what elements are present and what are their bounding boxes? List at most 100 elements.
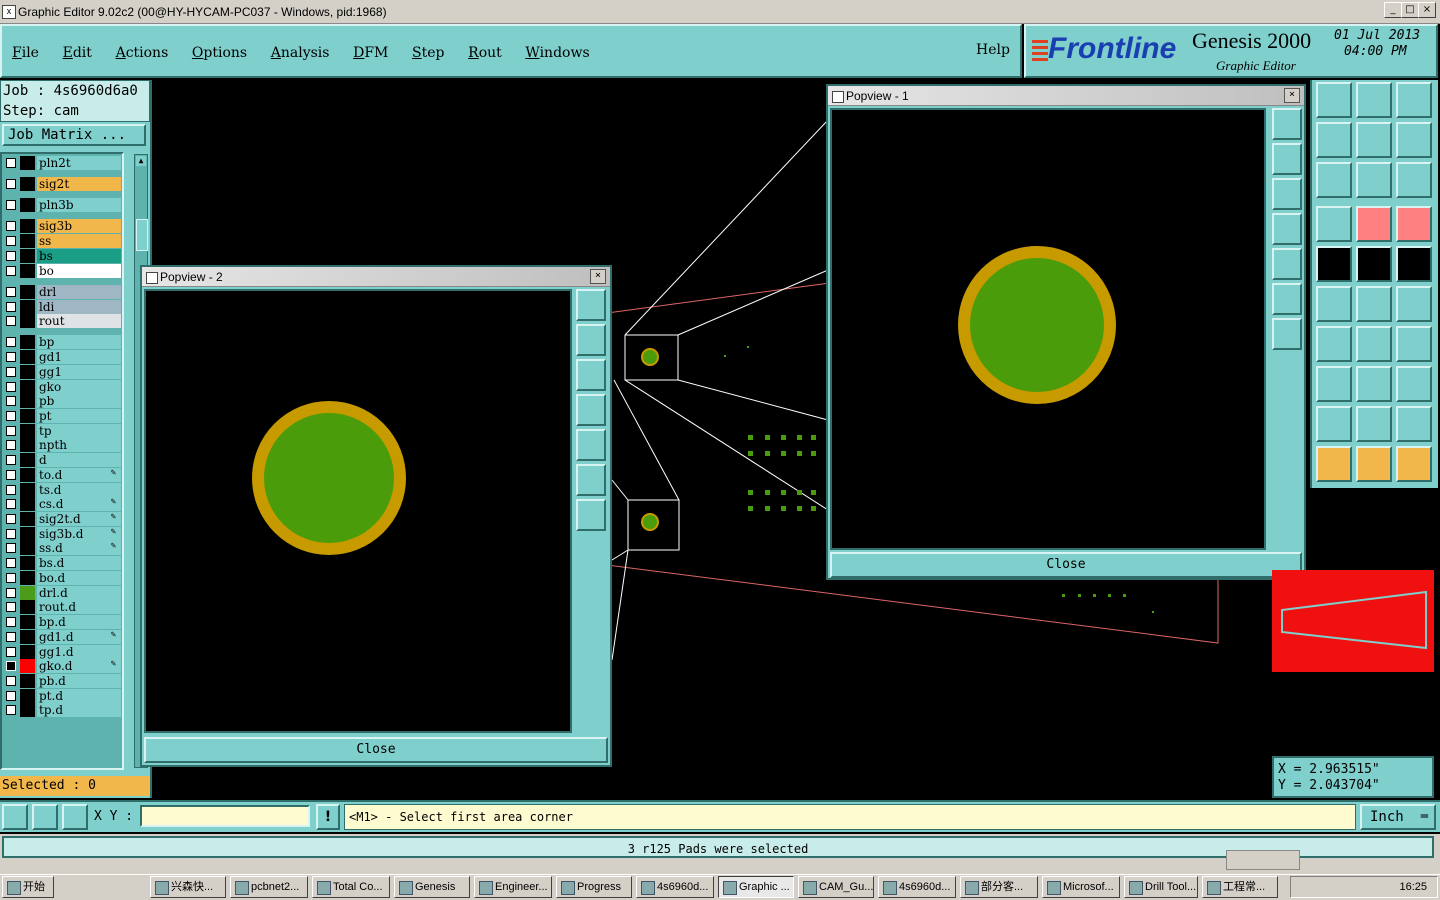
layer-row-pb-d[interactable]: pb.d: [2, 673, 121, 688]
layer-row-cs-d[interactable]: cs.d ✎: [2, 497, 121, 512]
layer-checkbox[interactable]: [6, 690, 16, 701]
layer-name[interactable]: gko: [37, 379, 121, 394]
menu-options[interactable]: Options: [192, 45, 247, 61]
layer-checkbox[interactable]: [6, 617, 16, 628]
layer-checkbox[interactable]: [6, 337, 16, 348]
layer-color-swatch[interactable]: [20, 703, 35, 718]
layer-name[interactable]: ts.d: [37, 482, 121, 497]
alert-icon[interactable]: !: [316, 804, 340, 830]
layer-color-swatch[interactable]: [20, 156, 35, 170]
popview-2-close-button[interactable]: Close: [144, 737, 608, 763]
layer-color-swatch[interactable]: [20, 234, 35, 249]
layer-name[interactable]: ldi: [37, 299, 121, 314]
step-view-icon[interactable]: [1316, 82, 1352, 118]
taskbar-item[interactable]: Total Co...: [312, 876, 390, 898]
select-point-icon[interactable]: [1356, 446, 1392, 482]
query-icon[interactable]: [1396, 162, 1432, 198]
pan-up-icon[interactable]: [1272, 143, 1302, 175]
layer-color-swatch[interactable]: [20, 350, 35, 365]
xy-input[interactable]: [140, 805, 310, 827]
layer-checkbox[interactable]: [6, 158, 16, 168]
pan-left-icon[interactable]: [576, 394, 606, 426]
pad-2[interactable]: [641, 513, 659, 531]
layer-row-rout-d[interactable]: rout.d: [2, 600, 121, 615]
step-repeat-icon[interactable]: [1356, 122, 1392, 158]
taskbar-item[interactable]: 兴森快...: [150, 876, 226, 898]
layer-row-drl[interactable]: drl: [2, 284, 121, 299]
layer-name[interactable]: pln2t: [37, 156, 121, 170]
layer-color-swatch[interactable]: [20, 284, 35, 299]
layer-checkbox[interactable]: [6, 352, 16, 363]
layer-name[interactable]: bo.d: [37, 570, 121, 585]
layer-color-swatch[interactable]: [20, 497, 35, 512]
layer-row-to-d[interactable]: to.d ✎: [2, 467, 121, 482]
popview-1-canvas[interactable]: [830, 108, 1266, 550]
popview-1-close-icon[interactable]: ×: [1284, 88, 1300, 103]
layer-name[interactable]: pt.d: [37, 688, 121, 703]
layer-color-swatch[interactable]: [20, 423, 35, 438]
layer-color-swatch[interactable]: [20, 394, 35, 409]
pan-right-icon[interactable]: [1272, 248, 1302, 280]
layer-checkbox[interactable]: [6, 705, 16, 716]
overview-panel[interactable]: [1272, 570, 1434, 672]
layer-color-swatch[interactable]: [20, 364, 35, 379]
menu-rout[interactable]: Rout: [468, 45, 502, 61]
layer-name[interactable]: pt: [37, 409, 121, 423]
layer-row-rout[interactable]: rout: [2, 314, 121, 329]
menu-edit[interactable]: Edit: [63, 45, 92, 61]
menu-help[interactable]: Help: [976, 42, 1010, 58]
popview-2-titlebar[interactable]: Popview - 2 ×: [142, 267, 610, 287]
layer-checkbox[interactable]: [6, 221, 16, 232]
units-selector[interactable]: Inch ═: [1360, 804, 1436, 830]
scroll-up-arrow-icon[interactable]: ▲: [136, 156, 146, 166]
layer-color-swatch[interactable]: [20, 526, 35, 541]
color-icon[interactable]: [1316, 246, 1352, 282]
layer-row-bs[interactable]: bs: [2, 248, 121, 263]
popview-2-close-icon[interactable]: ×: [590, 269, 606, 284]
zoom-in-icon[interactable]: [576, 499, 606, 531]
layer-name[interactable]: gg1: [37, 364, 121, 379]
layer-row-gg1-d[interactable]: gg1.d: [2, 644, 121, 659]
ruler-icon[interactable]: [1356, 246, 1392, 282]
layer-name[interactable]: ss: [37, 234, 121, 249]
measure-icon[interactable]: [32, 804, 58, 830]
layer-color-swatch[interactable]: [20, 659, 35, 674]
layer-checkbox[interactable]: [6, 200, 16, 211]
layer-color-swatch[interactable]: [20, 314, 35, 329]
taskbar-item[interactable]: 部分客...: [960, 876, 1038, 898]
text-arc-icon[interactable]: [1396, 406, 1432, 442]
layer-row-ts-d[interactable]: ts.d: [2, 482, 121, 497]
zoom-window-icon[interactable]: [576, 289, 606, 321]
layer-name[interactable]: bs.d: [37, 556, 121, 571]
layer-color-swatch[interactable]: [20, 335, 35, 350]
taskbar-item[interactable]: Drill Tool...: [1124, 876, 1198, 898]
layer-name[interactable]: bp: [37, 335, 121, 350]
layer-checkbox[interactable]: [6, 301, 16, 312]
layer-view-icon[interactable]: [1356, 82, 1392, 118]
taskbar-item[interactable]: 4s6960d...: [636, 876, 714, 898]
layer-color-swatch[interactable]: [20, 570, 35, 585]
layer-color-swatch[interactable]: [20, 299, 35, 314]
layer-name[interactable]: d: [37, 453, 121, 468]
taskbar-item[interactable]: pcbnet2...: [230, 876, 308, 898]
layer-color-swatch[interactable]: [20, 263, 35, 278]
net-icon[interactable]: [1396, 206, 1432, 242]
layer-row-bo-d[interactable]: bo.d: [2, 570, 121, 585]
layer-name[interactable]: bp.d: [37, 615, 121, 630]
layer-row-ldi[interactable]: ldi: [2, 299, 121, 314]
pan-right-icon[interactable]: [576, 429, 606, 461]
layer-checkbox[interactable]: [6, 543, 16, 554]
layer-name[interactable]: drl.d: [37, 585, 121, 600]
close-window-button[interactable]: ×: [1418, 2, 1436, 18]
layer-name[interactable]: tp: [37, 423, 121, 438]
delete-icon[interactable]: [1316, 286, 1352, 322]
quick-launch[interactable]: [64, 878, 136, 896]
layer-checkbox[interactable]: [6, 236, 16, 247]
layer-name[interactable]: cs.d: [37, 497, 121, 512]
popview-1-close-button[interactable]: Close: [830, 552, 1302, 578]
layer-name[interactable]: drl: [37, 284, 121, 299]
ime-toolbar[interactable]: [1226, 850, 1300, 870]
popview-2-pad[interactable]: [252, 401, 406, 555]
layer-row-gko-d[interactable]: gko.d ✎: [2, 659, 121, 674]
layer-checkbox[interactable]: [6, 572, 16, 583]
